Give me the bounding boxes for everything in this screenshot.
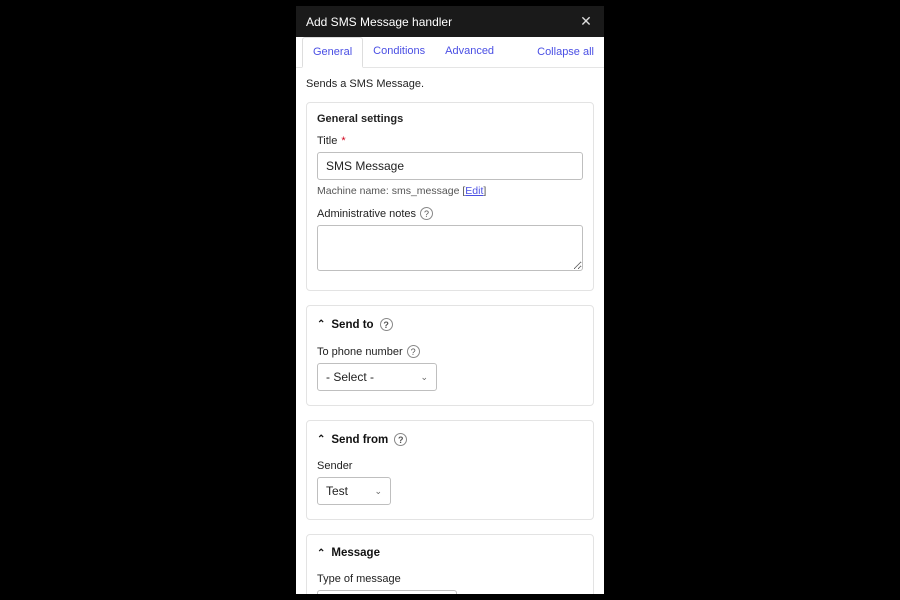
panel-legend-send-from[interactable]: ⌃ Send from ? [317,431,583,450]
field-title: Title * Machine name: sms_message [Edit] [317,135,583,197]
sender-label: Sender [317,460,583,472]
sender-select[interactable]: Test ⌄ [317,477,391,505]
to-phone-select[interactable]: - Select - ⌄ [317,363,437,391]
help-icon[interactable]: ? [420,207,433,220]
send-to-legend-text: Send to [331,319,373,331]
panel-legend-general: General settings [317,113,583,125]
drawer-header: Add SMS Message handler ✕ [296,6,604,37]
drawer-title: Add SMS Message handler [306,15,452,29]
panel-general-settings: General settings Title * Machine name: s… [306,102,594,291]
chevron-down-icon: ⌃ [317,319,325,330]
to-phone-label-text: To phone number [317,346,403,358]
message-legend-text: Message [331,547,380,559]
to-phone-label: To phone number ? [317,345,583,358]
help-icon[interactable]: ? [394,433,407,446]
chevron-down-icon: ⌄ [374,486,382,497]
collapse-all-link[interactable]: Collapse all [537,46,598,58]
title-label: Title * [317,135,583,147]
tab-general[interactable]: General [302,37,363,68]
admin-notes-label: Administrative notes ? [317,207,583,220]
message-type-select[interactable]: - Select - ⌄ [317,590,457,594]
tab-advanced[interactable]: Advanced [435,37,504,67]
chevron-down-icon: ⌃ [317,434,325,445]
tab-conditions[interactable]: Conditions [363,37,435,67]
handler-description: Sends a SMS Message. [306,78,594,90]
panel-legend-message[interactable]: ⌃ Message [317,545,583,563]
message-type-label: Type of message [317,573,583,585]
panel-legend-send-to[interactable]: ⌃ Send to ? [317,316,583,335]
required-marker: * [341,135,345,147]
machine-name-value: sms_message [392,185,460,197]
chevron-down-icon: ⌃ [317,548,325,559]
help-icon[interactable]: ? [380,318,393,331]
panel-send-to: ⌃ Send to ? To phone number ? - Select -… [306,305,594,406]
tabs: General Conditions Advanced [302,37,537,67]
field-sender: Sender Test ⌄ [317,460,583,505]
title-label-text: Title [317,135,337,147]
to-phone-selected: - Select - [326,370,374,384]
title-input[interactable] [317,152,583,180]
chevron-down-icon: ⌄ [420,372,428,383]
drawer: Add SMS Message handler ✕ General Condit… [296,6,604,594]
machine-name-edit-link[interactable]: Edit [465,185,483,197]
sender-selected: Test [326,484,348,498]
machine-name-prefix: Machine name: [317,185,389,197]
tabbar: General Conditions Advanced Collapse all [296,37,604,68]
admin-notes-label-text: Administrative notes [317,208,416,220]
admin-notes-textarea[interactable] [317,225,583,271]
send-from-legend-text: Send from [331,434,388,446]
panel-message: ⌃ Message Type of message - Select - ⌄ I… [306,534,594,594]
content: Sends a SMS Message. General settings Ti… [296,68,604,594]
close-icon[interactable]: ✕ [578,13,594,30]
panel-send-from: ⌃ Send from ? Sender Test ⌄ [306,420,594,520]
machine-name-hint: Machine name: sms_message [Edit] [317,185,583,197]
field-message-type: Type of message - Select - ⌄ [317,573,583,594]
help-icon[interactable]: ? [407,345,420,358]
field-admin-notes: Administrative notes ? [317,207,583,276]
field-to-phone: To phone number ? - Select - ⌄ [317,345,583,391]
